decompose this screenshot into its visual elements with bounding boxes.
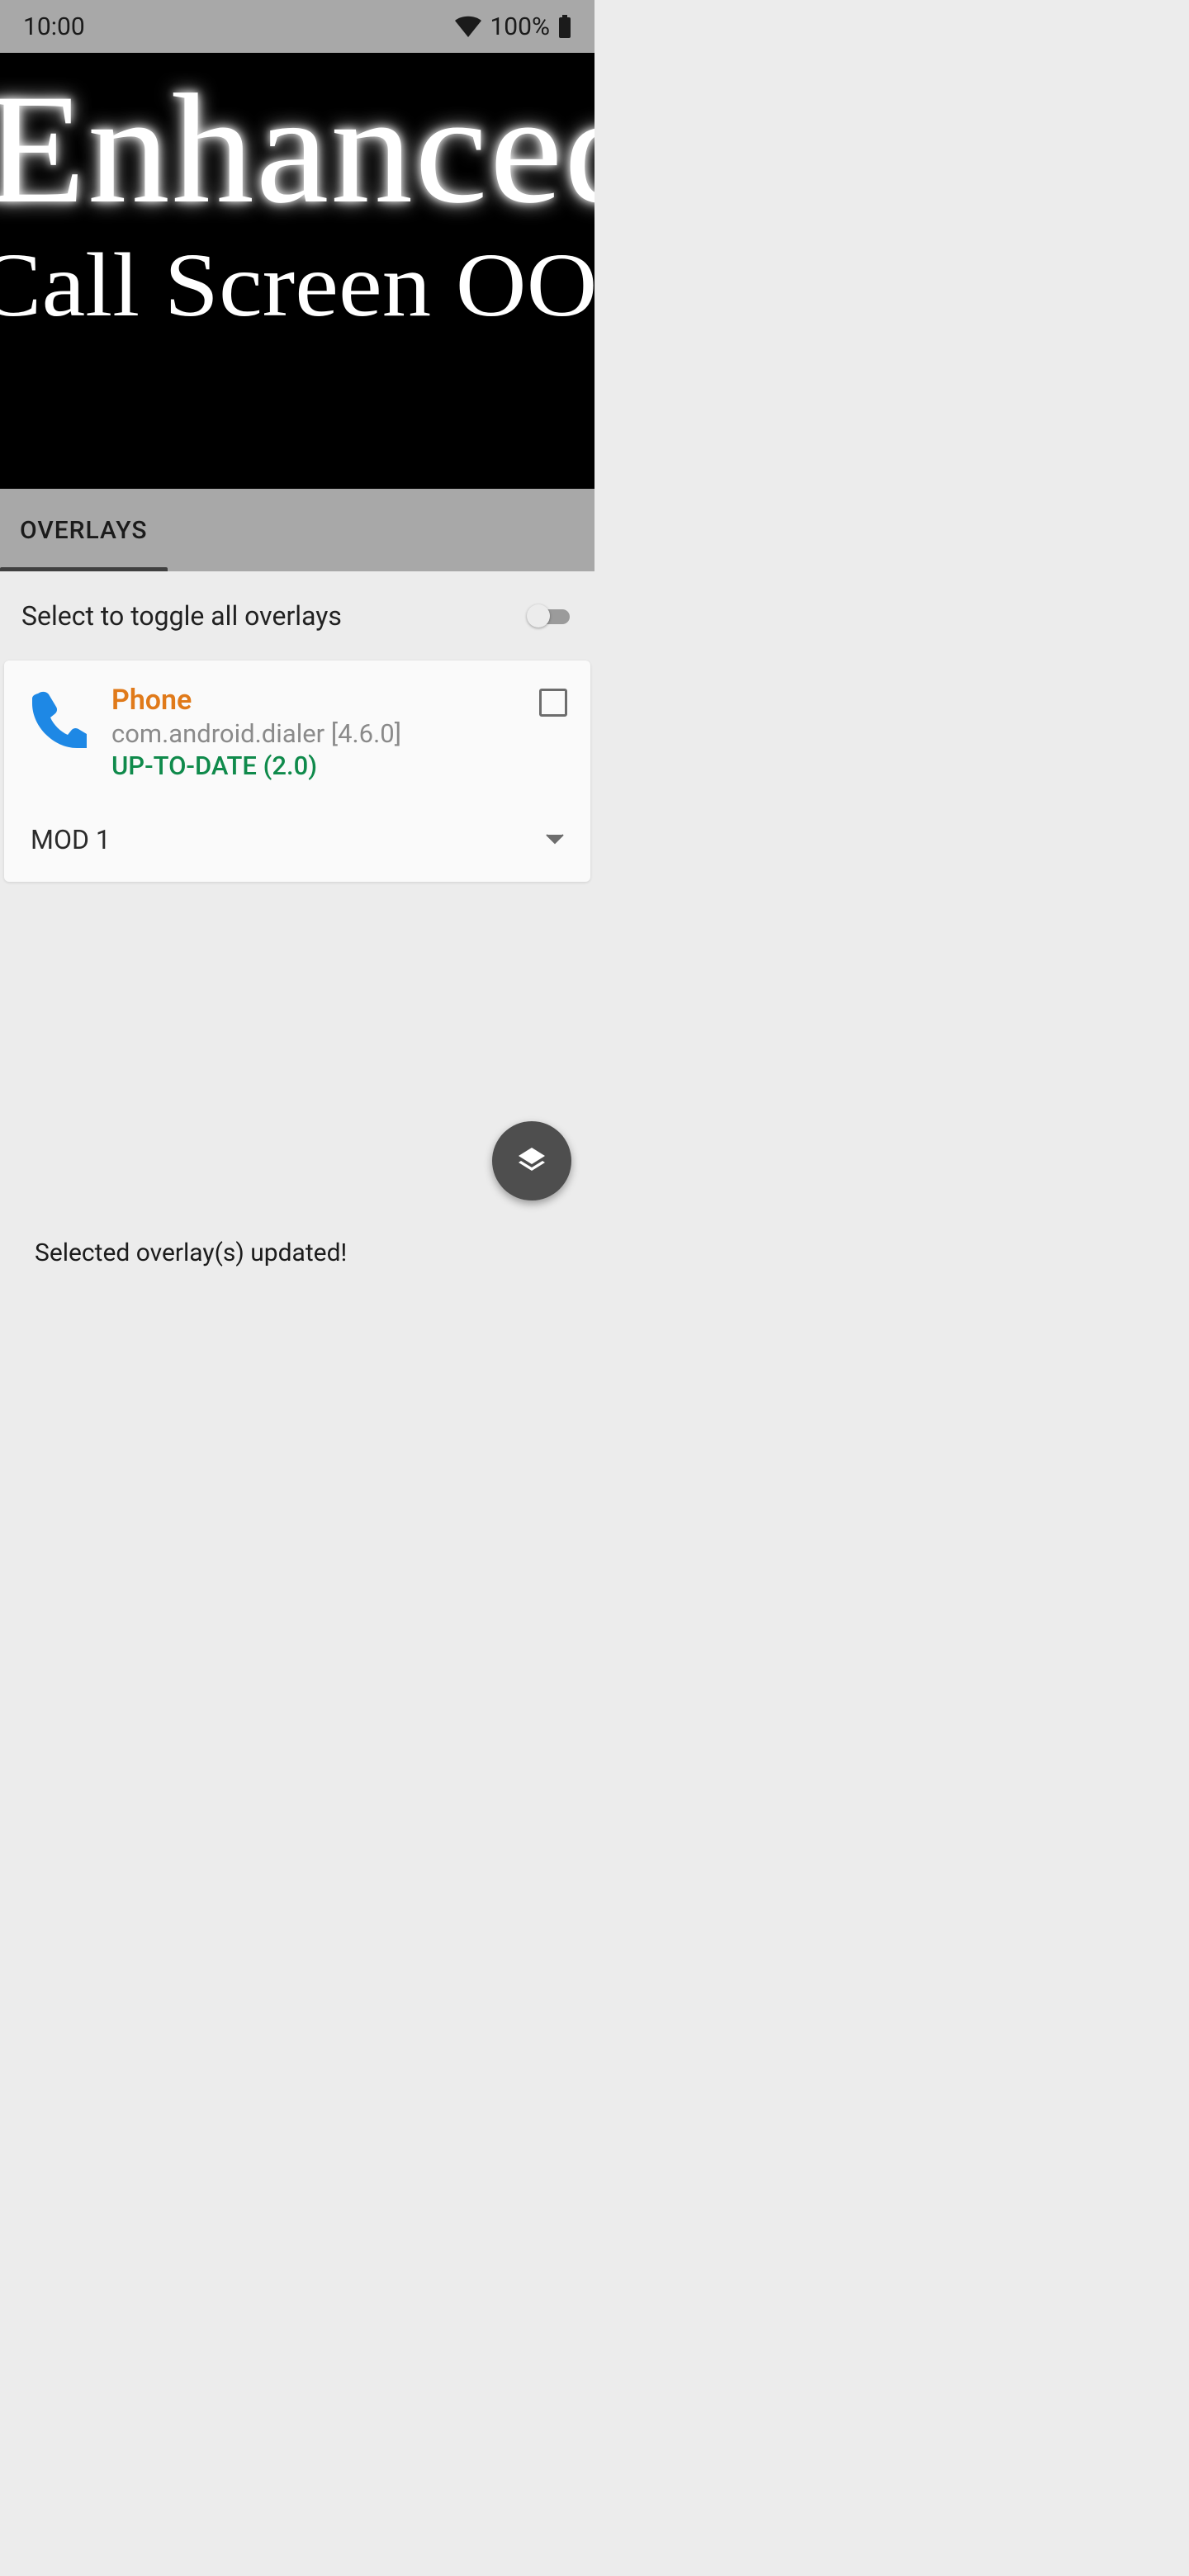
overlay-package: com.android.dialer [4.6.0] — [111, 718, 514, 749]
hero-banner: Enhanced Call Screen OOS — [0, 53, 594, 489]
tab-overlays[interactable]: OVERLAYS — [0, 489, 168, 571]
overlay-card: Phone com.android.dialer [4.6.0] UP-TO-D… — [4, 661, 590, 882]
toggle-all-switch[interactable] — [527, 601, 573, 631]
snackbar: Selected overlay(s) updated! — [0, 1238, 594, 1288]
tab-overlays-label: OVERLAYS — [20, 516, 148, 545]
hero-title-line1: Enhanced — [0, 59, 594, 239]
mod-label: MOD 1 — [31, 824, 111, 855]
overlay-checkbox[interactable] — [539, 689, 567, 717]
mod-dropdown[interactable]: MOD 1 — [27, 824, 567, 855]
toggle-all-row[interactable]: Select to toggle all overlays — [0, 571, 594, 661]
content: Select to toggle all overlays Phone com.… — [0, 571, 594, 882]
battery-icon — [558, 15, 571, 38]
overlay-card-header[interactable]: Phone com.android.dialer [4.6.0] UP-TO-D… — [27, 684, 567, 781]
status-right: 100% — [455, 12, 571, 41]
wifi-icon — [455, 16, 481, 37]
chevron-down-icon — [546, 834, 564, 845]
status-bar: 10:00 100% — [0, 0, 594, 53]
overlay-status: UP-TO-DATE (2.0) — [111, 751, 514, 781]
overlay-app-name: Phone — [111, 684, 514, 717]
phone-icon — [27, 689, 87, 748]
hero-title-line2: Call Screen OOS — [0, 233, 594, 338]
fab-layers-button[interactable] — [492, 1121, 571, 1200]
layers-icon — [514, 1143, 550, 1179]
status-time: 10:00 — [23, 12, 85, 41]
snackbar-text: Selected overlay(s) updated! — [35, 1238, 347, 1267]
tab-bar: OVERLAYS — [0, 489, 594, 571]
toggle-all-label: Select to toggle all overlays — [21, 600, 342, 632]
battery-percent: 100% — [490, 12, 550, 41]
